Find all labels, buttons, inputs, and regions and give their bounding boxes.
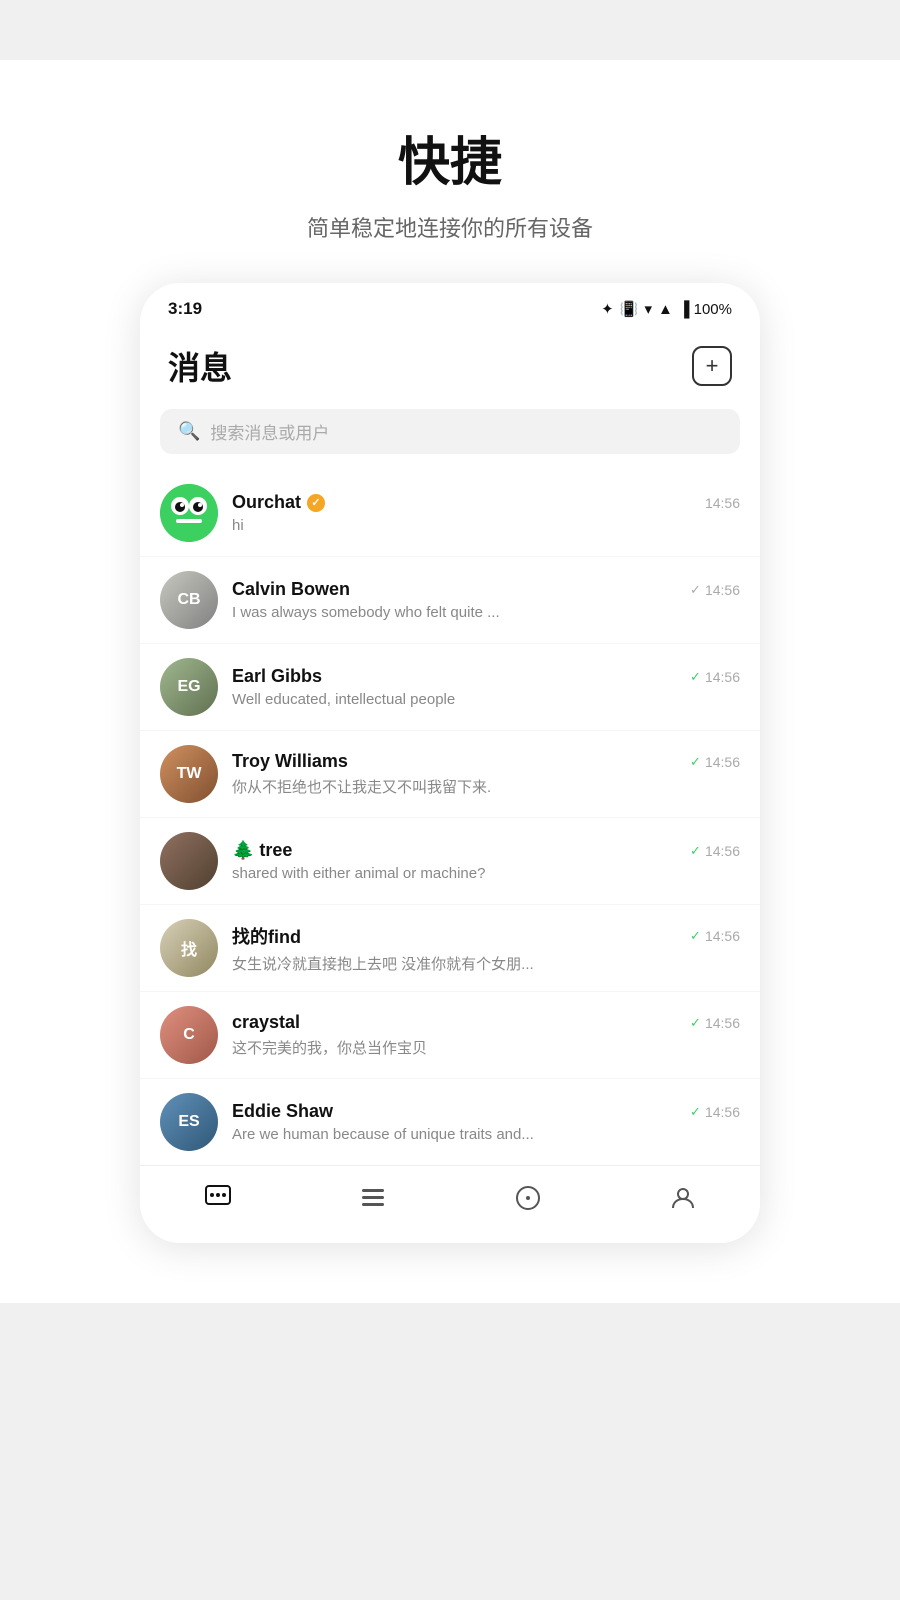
chat-name-eddie: Eddie Shaw: [232, 1101, 333, 1122]
chat-name-troy: Troy Williams: [232, 751, 348, 772]
battery-icon: ▐ 100%: [679, 301, 732, 318]
nav-item-contacts[interactable]: [339, 1180, 407, 1223]
bluetooth-icon: ✦: [601, 300, 614, 318]
chat-name-calvin: Calvin Bowen: [232, 579, 350, 600]
chat-top-craystal: craystal ✓ 14:56: [232, 1012, 740, 1033]
nav-item-profile[interactable]: [649, 1180, 717, 1223]
chat-time-earl: ✓ 14:56: [690, 669, 740, 685]
chat-item-zhaoddefind[interactable]: 找 找的find ✓ 14:56 女生说冷就直接抱上去吧 没准你就有个女朋...: [140, 905, 760, 992]
chat-top-zhaoddefind: 找的find ✓ 14:56: [232, 923, 740, 949]
chat-content-eddie: Eddie Shaw ✓ 14:56 Are we human because …: [232, 1101, 740, 1143]
chat-time-ourchat: 14:56: [705, 495, 740, 511]
avatar-zhaoddefind: 找: [160, 919, 218, 977]
chat-time-troy: ✓ 14:56: [690, 754, 740, 770]
chat-preview-tree: shared with either animal or machine?: [232, 865, 740, 882]
chat-preview-eddie: Are we human because of unique traits an…: [232, 1126, 740, 1143]
chat-top-tree: 🌲 tree ✓ 14:56: [232, 840, 740, 861]
chat-time-eddie: ✓ 14:56: [690, 1104, 740, 1120]
chat-top-calvin: Calvin Bowen ✓ 14:56: [232, 579, 740, 600]
chat-name-earl: Earl Gibbs: [232, 666, 322, 687]
search-icon: 🔍: [178, 421, 200, 442]
verified-badge-ourchat: ✓: [307, 494, 325, 512]
chat-time-zhaoddefind: ✓ 14:56: [690, 928, 740, 944]
search-bar[interactable]: 🔍 搜索消息或用户: [160, 409, 740, 454]
chat-nav-icon: [204, 1184, 232, 1219]
avatar-earl: EG: [160, 658, 218, 716]
chat-content-troy: Troy Williams ✓ 14:56 你从不拒绝也不让我走又不叫我留下来.: [232, 751, 740, 797]
chat-preview-earl: Well educated, intellectual people: [232, 691, 740, 708]
discover-nav-icon: [514, 1184, 542, 1219]
nav-item-chat[interactable]: [184, 1180, 252, 1223]
check-icon-tree: ✓: [690, 843, 701, 859]
chat-preview-ourchat: hi: [232, 517, 740, 534]
avatar-troy: TW: [160, 745, 218, 803]
chat-content-zhaoddefind: 找的find ✓ 14:56 女生说冷就直接抱上去吧 没准你就有个女朋...: [232, 923, 740, 974]
chat-top-troy: Troy Williams ✓ 14:56: [232, 751, 740, 772]
avatar-craystal: C: [160, 1006, 218, 1064]
check-icon-calvin: ✓: [690, 582, 701, 598]
bottom-nav: [140, 1165, 760, 1243]
chat-name-craystal: craystal: [232, 1012, 300, 1033]
check-icon-troy: ✓: [690, 754, 701, 770]
messages-title: 消息: [168, 343, 232, 389]
check-icon-craystal: ✓: [690, 1015, 701, 1031]
status-icons: ✦ 📳 ▾ ▲ ▐ 100%: [601, 300, 732, 318]
chat-preview-calvin: I was always somebody who felt quite ...: [232, 604, 740, 621]
page-title: 快捷: [0, 120, 900, 195]
check-icon-earl: ✓: [690, 669, 701, 685]
chat-content-tree: 🌲 tree ✓ 14:56 shared with either animal…: [232, 840, 740, 882]
chat-item-eddie[interactable]: ES Eddie Shaw ✓ 14:56 Are we human becau…: [140, 1079, 760, 1165]
check-icon-eddie: ✓: [690, 1104, 701, 1120]
avatar-calvin: CB: [160, 571, 218, 629]
chat-name-ourchat: Ourchat ✓: [232, 492, 325, 513]
chat-content-ourchat: Ourchat ✓ 14:56 hi: [232, 492, 740, 534]
chat-item-ourchat[interactable]: Ourchat ✓ 14:56 hi: [140, 470, 760, 557]
check-icon-zhaoddefind: ✓: [690, 928, 701, 944]
chat-content-craystal: craystal ✓ 14:56 这不完美的我，你总当作宝贝: [232, 1012, 740, 1058]
chat-list: Ourchat ✓ 14:56 hi CB Calvin Bowen: [140, 470, 760, 1165]
chat-name-zhaoddefind: 找的find: [232, 923, 301, 949]
page-wrapper: 快捷 简单稳定地连接你的所有设备 3:19 ✦ 📳 ▾ ▲ ▐ 100% 消息 …: [0, 60, 900, 1303]
chat-name-tree: 🌲 tree: [232, 840, 292, 861]
status-bar: 3:19 ✦ 📳 ▾ ▲ ▐ 100%: [140, 283, 760, 327]
wifi-icon: ▾: [644, 300, 652, 318]
chat-top-earl: Earl Gibbs ✓ 14:56: [232, 666, 740, 687]
profile-nav-icon: [669, 1184, 697, 1219]
compose-icon: +: [706, 353, 719, 379]
chat-time-calvin: ✓ 14:56: [690, 582, 740, 598]
chat-top-ourchat: Ourchat ✓ 14:56: [232, 492, 740, 513]
chat-item-tree[interactable]: 🌲 tree ✓ 14:56 shared with either animal…: [140, 818, 760, 905]
nav-item-discover[interactable]: [494, 1180, 562, 1223]
page-subtitle: 简单稳定地连接你的所有设备: [0, 211, 900, 243]
chat-content-calvin: Calvin Bowen ✓ 14:56 I was always somebo…: [232, 579, 740, 621]
status-time: 3:19: [168, 299, 202, 319]
avatar-eddie: ES: [160, 1093, 218, 1151]
avatar-tree: [160, 832, 218, 890]
contacts-nav-icon: [359, 1184, 387, 1219]
vibrate-icon: 📳: [620, 300, 639, 318]
chat-top-eddie: Eddie Shaw ✓ 14:56: [232, 1101, 740, 1122]
search-placeholder: 搜索消息或用户: [210, 419, 329, 444]
chat-preview-troy: 你从不拒绝也不让我走又不叫我留下来.: [232, 776, 740, 797]
chat-time-craystal: ✓ 14:56: [690, 1015, 740, 1031]
chat-content-earl: Earl Gibbs ✓ 14:56 Well educated, intell…: [232, 666, 740, 708]
chat-preview-zhaoddefind: 女生说冷就直接抱上去吧 没准你就有个女朋...: [232, 953, 740, 974]
app-header: 消息 +: [140, 327, 760, 401]
phone-frame: 3:19 ✦ 📳 ▾ ▲ ▐ 100% 消息 + 🔍 搜索消息或用户: [140, 283, 760, 1243]
page-header: 快捷 简单稳定地连接你的所有设备: [0, 60, 900, 283]
compose-button[interactable]: +: [692, 346, 732, 386]
chat-item-troy[interactable]: TW Troy Williams ✓ 14:56 你从不拒绝也不让我走又不叫我留…: [140, 731, 760, 818]
chat-item-calvin[interactable]: CB Calvin Bowen ✓ 14:56 I was always som…: [140, 557, 760, 644]
chat-item-craystal[interactable]: C craystal ✓ 14:56 这不完美的我，你总当作宝贝: [140, 992, 760, 1079]
chat-preview-craystal: 这不完美的我，你总当作宝贝: [232, 1037, 740, 1058]
avatar-ourchat: [160, 484, 218, 542]
signal-icon: ▲: [658, 301, 673, 318]
chat-time-tree: ✓ 14:56: [690, 843, 740, 859]
chat-item-earl[interactable]: EG Earl Gibbs ✓ 14:56 Well educated, int…: [140, 644, 760, 731]
